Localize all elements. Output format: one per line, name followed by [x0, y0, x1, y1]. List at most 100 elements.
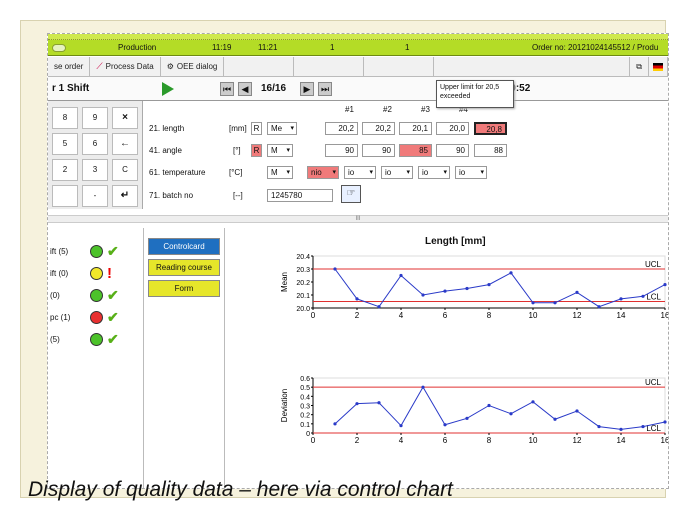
- y-tick-label: 0.5: [300, 385, 310, 392]
- key-6[interactable]: 6: [82, 133, 108, 155]
- io-select[interactable]: io: [344, 166, 376, 179]
- key-backspace[interactable]: ←: [112, 133, 138, 155]
- play-icon[interactable]: [162, 82, 174, 96]
- col-header: #3: [421, 105, 430, 114]
- tab-process-data[interactable]: ⟋ Process Data: [90, 57, 161, 76]
- value-cell[interactable]: 88: [474, 144, 507, 157]
- figure-frame: Production 11:19 11:21 1 1 Order no: 201…: [20, 20, 669, 498]
- value-cell[interactable]: 20,0: [436, 122, 469, 135]
- prev-page-icon[interactable]: ◀: [238, 82, 252, 96]
- key-3[interactable]: 3: [82, 159, 108, 181]
- happy-face-icon: [90, 332, 103, 346]
- next-page-icon[interactable]: ▶: [300, 82, 314, 96]
- status-row: (0) ✔: [50, 284, 119, 306]
- data-point: [597, 305, 601, 309]
- mode-select[interactable]: Me: [267, 122, 297, 135]
- x-tick-label: 16: [661, 436, 669, 445]
- figure-caption: Display of quality data – here via contr…: [28, 478, 453, 501]
- data-point: [399, 424, 403, 428]
- controlcard-button[interactable]: Controlcard: [148, 238, 220, 255]
- col-header: #1: [345, 105, 354, 114]
- value-cell[interactable]: 20,2: [362, 122, 395, 135]
- data-point: [553, 417, 557, 421]
- key-2[interactable]: 2: [52, 159, 78, 181]
- y-tick-label: 20.4: [296, 254, 310, 261]
- key-blank[interactable]: [52, 185, 78, 207]
- tab-label: OEE dialog: [176, 62, 218, 71]
- key-enter[interactable]: ↵: [112, 185, 138, 207]
- mode-select[interactable]: M: [267, 144, 293, 157]
- value-cell[interactable]: 90: [325, 144, 358, 157]
- x-tick-label: 16: [661, 311, 669, 320]
- window-icon[interactable]: ⧉: [629, 57, 649, 76]
- range-flag[interactable]: R: [251, 122, 262, 135]
- data-point: [333, 267, 337, 271]
- row-label-length: 21. length: [149, 124, 185, 133]
- data-point: [377, 305, 381, 309]
- status-label: ift (0): [50, 268, 69, 278]
- row-label-angle: 41. angle: [149, 146, 182, 155]
- range-flag[interactable]: R: [251, 144, 262, 157]
- batch-input[interactable]: 1245780: [267, 189, 333, 202]
- value-cell-out-of-range[interactable]: 85: [399, 144, 432, 157]
- key-5[interactable]: 5: [52, 133, 78, 155]
- mode-select[interactable]: M: [267, 166, 293, 179]
- x-tick-label: 6: [443, 311, 448, 320]
- data-point: [531, 400, 535, 404]
- x-tick-label: 10: [529, 436, 538, 445]
- value-cell[interactable]: 90: [436, 144, 469, 157]
- key-minus[interactable]: -: [82, 185, 108, 207]
- hand-icon[interactable]: ☞: [341, 185, 361, 203]
- row-label-temperature: 61. temperature: [149, 168, 206, 177]
- io-select[interactable]: io: [418, 166, 450, 179]
- last-page-icon[interactable]: ⏭: [318, 82, 332, 96]
- unit-length: [mm]: [229, 124, 247, 133]
- first-page-icon[interactable]: ⏮: [220, 82, 234, 96]
- y-axis-label: Deviation: [280, 389, 289, 422]
- page-indicator: 16/16: [261, 83, 287, 94]
- form-button[interactable]: Form: [148, 280, 220, 297]
- data-point: [575, 290, 579, 294]
- tab-close-order[interactable]: se order: [48, 57, 91, 76]
- data-point: [641, 424, 645, 429]
- io-select-nio[interactable]: nio: [307, 166, 339, 179]
- flag-icon[interactable]: [649, 57, 668, 76]
- tab-oee-dialog[interactable]: ⚙ OEE dialog: [161, 57, 225, 76]
- toggle-pill[interactable]: [52, 44, 66, 52]
- data-point: [443, 289, 447, 293]
- y-tick-label: 20.3: [296, 267, 310, 274]
- io-select[interactable]: io: [455, 166, 487, 179]
- data-point: [553, 301, 557, 305]
- x-tick-label: 2: [355, 436, 360, 445]
- x-tick-label: 4: [399, 311, 404, 320]
- data-point: [619, 427, 623, 431]
- ucl-label: UCL: [645, 378, 662, 387]
- key-9[interactable]: 9: [82, 107, 108, 129]
- y-axis-label: Mean: [280, 272, 289, 292]
- col-header: #2: [383, 105, 392, 114]
- io-select[interactable]: io: [381, 166, 413, 179]
- value-cell[interactable]: 90: [362, 144, 395, 157]
- key-c[interactable]: C: [112, 159, 138, 181]
- title-bar: r 1 Shift ⏮ ◀ 16/16 ▶ ⏭ 10.02.2013 11:20…: [48, 77, 668, 101]
- check-icon: ✔: [107, 308, 119, 325]
- data-point: [531, 301, 535, 305]
- value-cell[interactable]: 20,2: [325, 122, 358, 135]
- key-8[interactable]: 8: [52, 107, 78, 129]
- status-bar: Production 11:19 11:21 1 1 Order no: 201…: [48, 40, 668, 56]
- value-cell-exceeded[interactable]: 20,8: [474, 122, 507, 135]
- value-cell[interactable]: 20,1: [399, 122, 432, 135]
- status-panel: ift (5) ✔ ift (0)! (0) ✔ pc (1) ✔ (5) ✔: [48, 228, 144, 488]
- key-clear-x[interactable]: ×: [112, 107, 138, 129]
- data-point: [355, 402, 359, 406]
- x-tick-label: 4: [399, 436, 404, 445]
- reading-course-button[interactable]: Reading course: [148, 259, 220, 276]
- status-count-2: 1: [405, 43, 410, 52]
- horizontal-scrollbar[interactable]: III: [48, 215, 668, 223]
- x-tick-label: 0: [311, 436, 316, 445]
- data-point: [619, 297, 623, 301]
- x-tick-label: 0: [311, 311, 316, 320]
- keypad: 8 9 × 5 6 ← 2 3 C - ↵: [48, 101, 143, 209]
- gear-icon: ⚙: [166, 62, 174, 71]
- status-label: (0): [50, 290, 60, 300]
